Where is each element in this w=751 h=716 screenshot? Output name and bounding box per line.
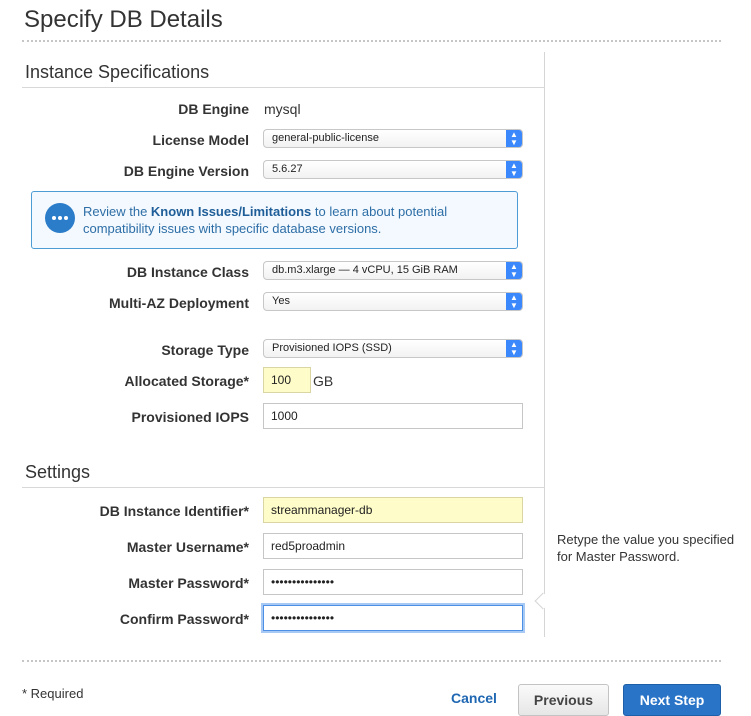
multi-az-select[interactable]: Yes ▲ ▼ [263, 292, 523, 311]
allocated-storage-label: Allocated Storage* [124, 373, 249, 389]
storage-type-value: Provisioned IOPS (SSD) [272, 342, 392, 354]
required-note: * Required [22, 686, 84, 701]
license-model-select[interactable]: general-public-license ▲ ▼ [263, 129, 523, 148]
select-arrows-icon: ▲ ▼ [506, 340, 522, 357]
page-title: Specify DB Details [24, 6, 223, 33]
license-model-value: general-public-license [272, 132, 380, 144]
known-issues-link[interactable]: Known Issues/Limitations [151, 204, 311, 219]
footer-divider [22, 660, 721, 662]
db-engine-value: mysql [264, 101, 301, 117]
title-divider [22, 40, 721, 42]
instance-class-label: DB Instance Class [126, 264, 249, 280]
info-message: Review the Known Issues/Limitations to l… [83, 204, 448, 236]
license-model-label: License Model [152, 132, 249, 148]
storage-type-select[interactable]: Provisioned IOPS (SSD) ▲ ▼ [263, 339, 523, 358]
provisioned-iops-input[interactable] [263, 403, 523, 429]
multi-az-value: Yes [272, 295, 290, 307]
section-title-instance-specs: Instance Specifications [25, 62, 210, 82]
confirm-password-label: Confirm Password* [119, 611, 249, 627]
cancel-link[interactable]: Cancel [451, 690, 497, 706]
info-bubble-icon [45, 203, 75, 233]
previous-button[interactable]: Previous [518, 684, 609, 716]
confirm-password-help: Retype the value you specified for Maste… [557, 532, 735, 564]
select-arrows-icon: ▲ ▼ [506, 262, 522, 279]
next-step-button[interactable]: Next Step [623, 684, 721, 716]
db-engine-label: DB Engine [178, 101, 249, 117]
instance-class-select[interactable]: db.m3.xlarge — 4 vCPU, 15 GiB RAM ▲ ▼ [263, 261, 523, 280]
engine-version-label: DB Engine Version [123, 163, 249, 179]
section-rule [22, 487, 545, 488]
storage-type-label: Storage Type [161, 342, 249, 358]
instance-class-value: db.m3.xlarge — 4 vCPU, 15 GiB RAM [272, 264, 458, 276]
master-username-input[interactable] [263, 533, 523, 559]
confirm-password-input[interactable] [263, 605, 523, 631]
master-username-label: Master Username* [126, 539, 249, 555]
allocated-storage-unit: GB [313, 373, 334, 389]
allocated-storage-input[interactable] [263, 367, 311, 393]
select-arrows-icon: ▲ ▼ [506, 161, 522, 178]
engine-version-value: 5.6.27 [272, 163, 303, 175]
db-identifier-input[interactable] [263, 497, 523, 523]
select-arrows-icon: ▲ ▼ [506, 293, 522, 310]
master-password-input[interactable] [263, 569, 523, 595]
provisioned-iops-label: Provisioned IOPS [131, 409, 249, 425]
engine-version-select[interactable]: 5.6.27 ▲ ▼ [263, 160, 523, 179]
section-title-settings: Settings [25, 462, 91, 482]
section-rule [22, 87, 545, 88]
multi-az-label: Multi-AZ Deployment [109, 295, 249, 311]
master-password-label: Master Password* [128, 575, 249, 591]
select-arrows-icon: ▲ ▼ [506, 130, 522, 147]
db-identifier-label: DB Instance Identifier* [99, 503, 249, 519]
info-alert: Review the Known Issues/Limitations to l… [31, 191, 518, 249]
